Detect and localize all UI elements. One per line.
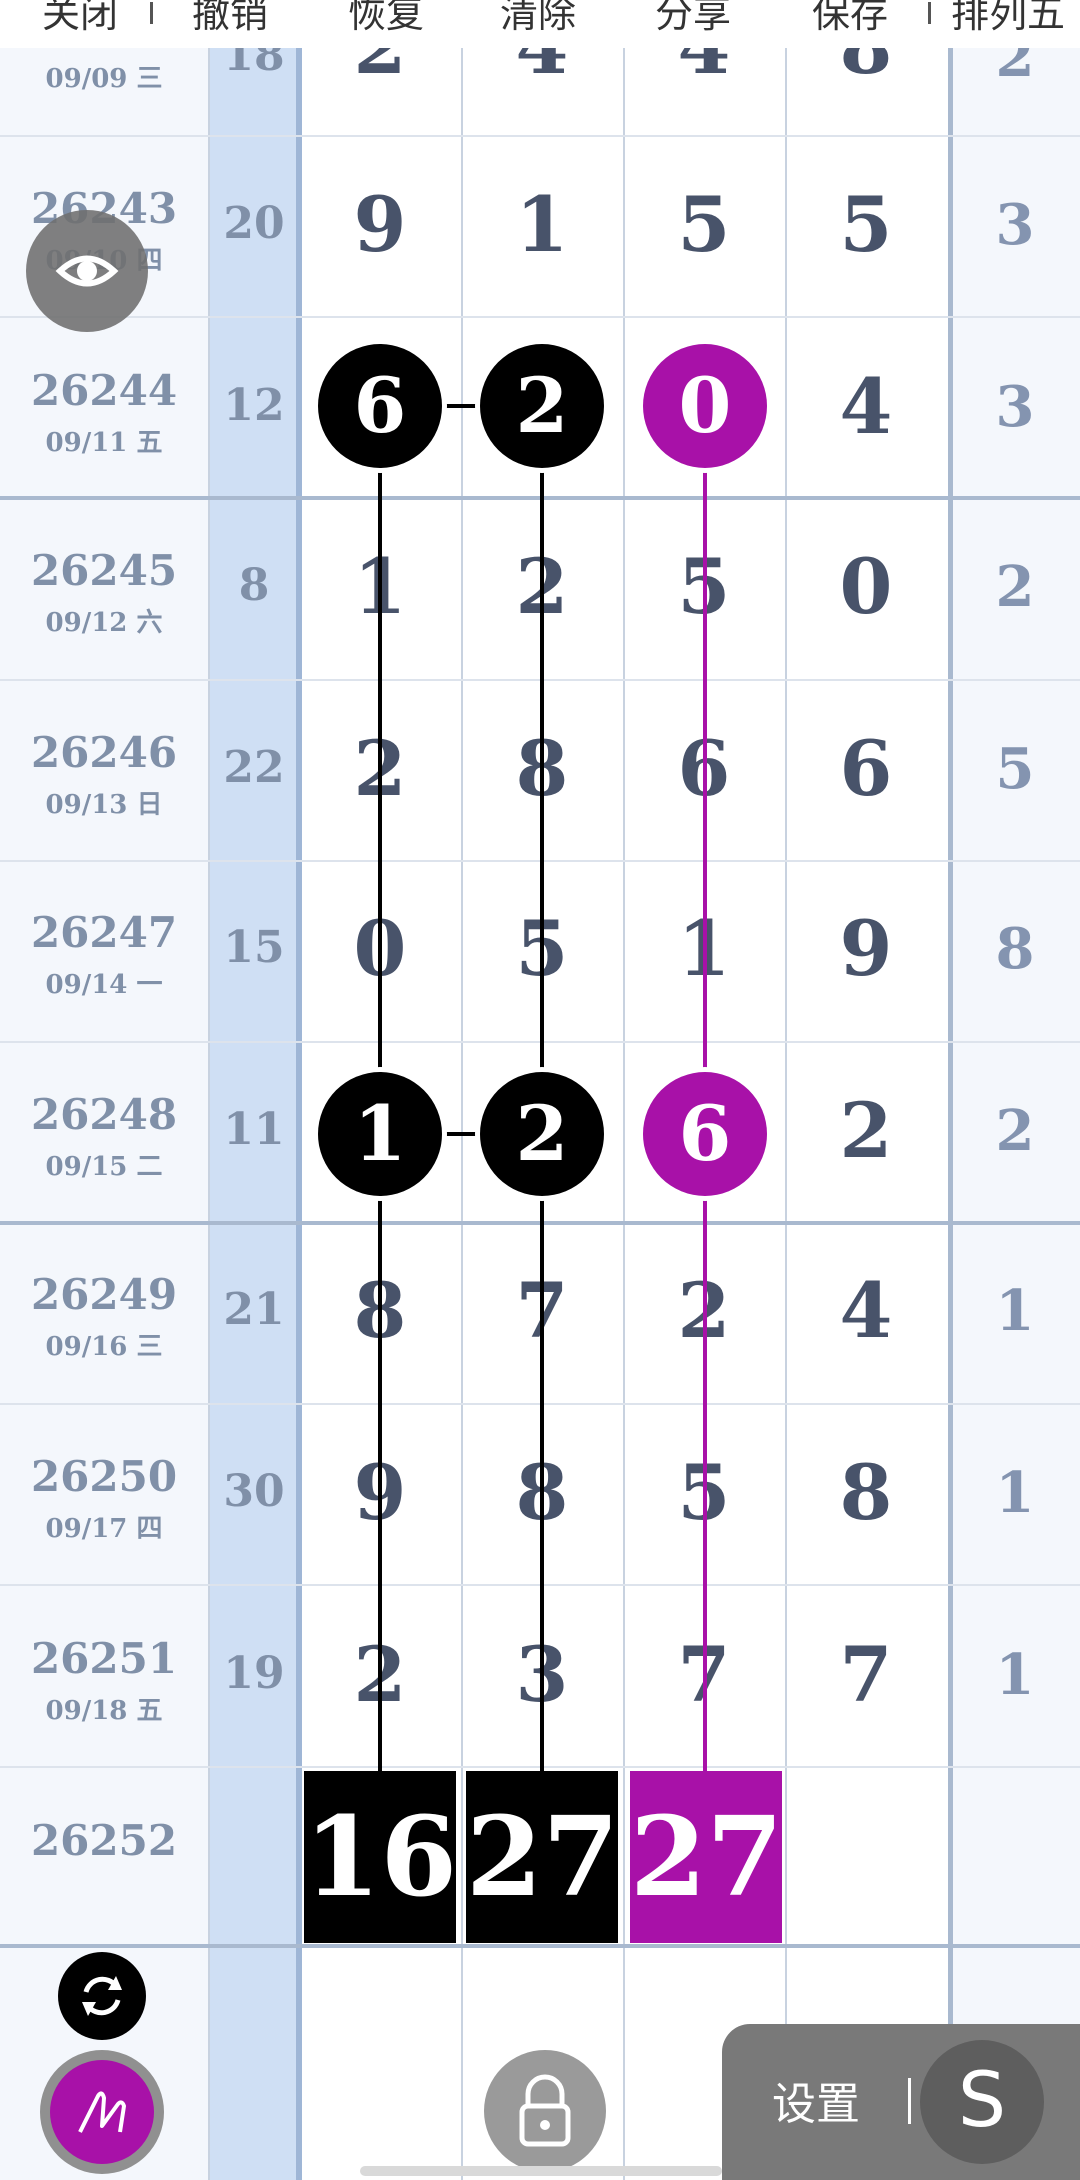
marked-digit-circle[interactable]: 0 (643, 344, 767, 468)
lock-button[interactable] (484, 2050, 606, 2172)
close-button[interactable]: 关闭 (20, 0, 140, 44)
home-indicator (360, 2166, 722, 2176)
save-button[interactable]: 保存 (790, 0, 910, 44)
total-box: 27 (466, 1771, 619, 1943)
marked-digit-circle[interactable]: 6 (643, 1072, 767, 1196)
marked-digit-circle[interactable]: 2 (480, 344, 604, 468)
total-box: 27 (630, 1771, 783, 1943)
lock-icon (519, 2074, 571, 2147)
toolbar-separator (928, 2, 931, 24)
marked-digit-circle[interactable]: 6 (318, 344, 442, 468)
refresh-icon (82, 1976, 122, 2016)
settings-button[interactable]: 设置 (772, 2068, 860, 2132)
marked-digit-circle[interactable]: 1 (318, 1072, 442, 1196)
refresh-button[interactable] (58, 1952, 146, 2040)
chart-stage: 09/09 三 18 2 4 4 8 2 26243 09/10 四 20 9 … (0, 0, 1080, 2180)
clear-button[interactable]: 清除 (478, 0, 598, 44)
redo-button[interactable]: 恢复 (326, 0, 446, 44)
share-button[interactable]: 分享 (633, 0, 753, 44)
settings-divider (908, 2078, 911, 2124)
toolbar-separator (150, 2, 153, 24)
pen-tool-color (50, 2060, 154, 2164)
marked-digit-circle[interactable]: 2 (480, 1072, 604, 1196)
s-button[interactable]: S (920, 2040, 1044, 2164)
total-box: 16 (304, 1771, 457, 1943)
top-toolbar: 关闭 撤销 恢复 清除 分享 保存 排列五 (0, 0, 1080, 48)
pen-icon (78, 2091, 126, 2133)
eye-button[interactable] (26, 210, 148, 332)
undo-button[interactable]: 撤销 (170, 0, 290, 44)
eye-icon (55, 255, 119, 287)
pen-tool-button[interactable] (40, 2050, 164, 2174)
lottery-type-button[interactable]: 排列五 (936, 0, 1080, 44)
